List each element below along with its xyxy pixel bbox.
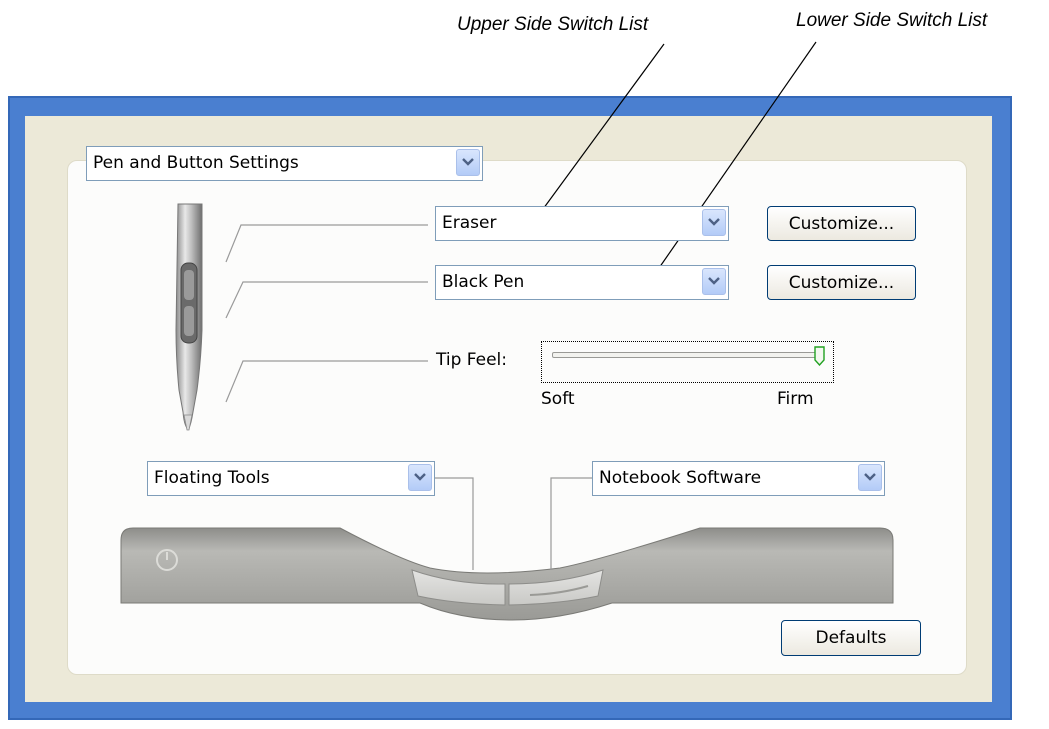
tip-feel-label: Tip Feel: bbox=[436, 350, 507, 370]
upper-callout-leader bbox=[534, 43, 665, 221]
upper-switch-value: Eraser bbox=[442, 213, 497, 233]
chevron-down-icon[interactable] bbox=[408, 464, 432, 491]
lower-callout-leader bbox=[649, 41, 817, 282]
chevron-down-icon[interactable] bbox=[702, 209, 726, 236]
left-expresskey-dropdown[interactable]: Floating Tools bbox=[147, 461, 435, 496]
firm-label: Firm bbox=[777, 389, 814, 409]
chevron-down-icon[interactable] bbox=[702, 268, 726, 295]
settings-type-dropdown[interactable]: Pen and Button Settings bbox=[86, 146, 483, 181]
upper-customize-button[interactable]: Customize... bbox=[767, 206, 916, 241]
right-expresskey-dropdown[interactable]: Notebook Software bbox=[592, 461, 885, 496]
right-expresskey-value: Notebook Software bbox=[599, 468, 762, 488]
left-expresskey-value: Floating Tools bbox=[154, 468, 270, 488]
tip-feel-slider[interactable] bbox=[541, 341, 834, 383]
upper-side-switch-dropdown[interactable]: Eraser bbox=[435, 206, 729, 241]
slider-thumb[interactable] bbox=[814, 346, 825, 367]
tablet-expresskey-bar bbox=[120, 527, 894, 621]
key-leader-lines bbox=[435, 477, 592, 570]
chevron-down-icon[interactable] bbox=[456, 149, 480, 176]
slider-track bbox=[552, 352, 824, 358]
lower-customize-button[interactable]: Customize... bbox=[767, 265, 916, 300]
defaults-button[interactable]: Defaults bbox=[781, 620, 921, 656]
lower-switch-value: Black Pen bbox=[442, 272, 525, 292]
lower-side-switch-dropdown[interactable]: Black Pen bbox=[435, 265, 729, 300]
chevron-down-icon[interactable] bbox=[858, 464, 882, 491]
soft-label: Soft bbox=[541, 389, 575, 409]
pen-icon bbox=[175, 203, 203, 431]
pen-leader-lines bbox=[225, 224, 428, 403]
settings-type-value: Pen and Button Settings bbox=[93, 153, 299, 173]
